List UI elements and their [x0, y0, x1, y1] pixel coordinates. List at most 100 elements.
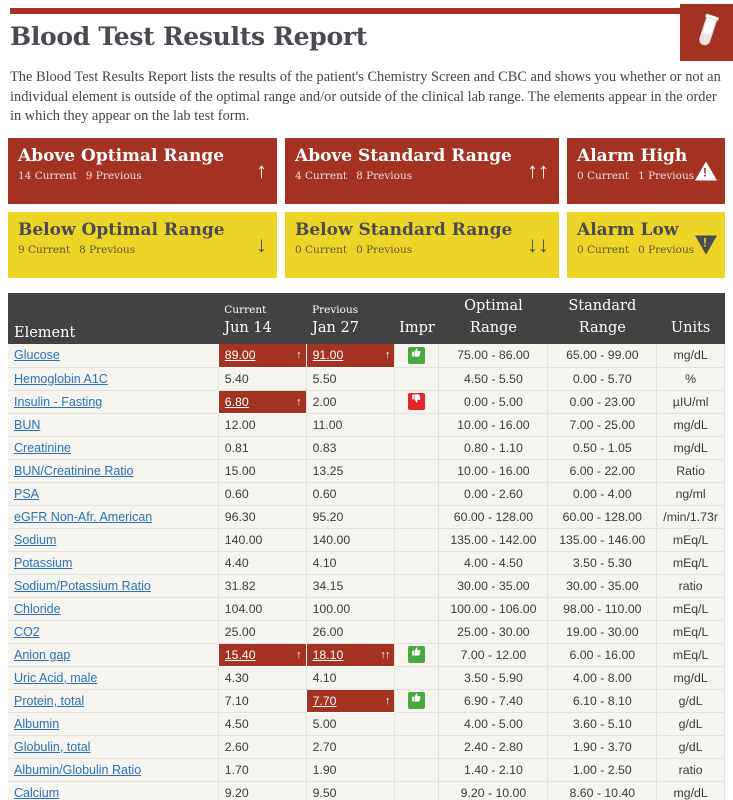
blood-test-report-page: Blood Test Results Report The Blood Test… — [0, 0, 733, 800]
column-header-element[interactable]: Element — [8, 293, 219, 344]
row-previous-cell-value: 95.20 — [312, 509, 344, 524]
card-current-count: 4 Current — [295, 170, 348, 182]
row-previous-cell-value: 2.00 — [312, 394, 337, 409]
table-row: Anion gap 15.40 ↑ 18.10 ↑↑ 7.00 - 12.00 6.00 -… — [8, 643, 725, 667]
element-link[interactable]: CO2 — [14, 625, 40, 639]
element-link[interactable]: Protein, total — [14, 694, 84, 708]
row-current-cell-value: 15.40 — [224, 647, 256, 662]
row-optimal-range-cell: 7.00 - 12.00 — [438, 643, 548, 667]
row-optimal-range-cell: 4.50 - 5.50 — [438, 367, 548, 391]
element-link[interactable]: Insulin - Fasting — [14, 395, 102, 409]
element-link[interactable]: Globulin, total — [14, 740, 90, 754]
row-previous-cell: 0.60 — [305, 482, 395, 506]
element-link[interactable]: PSA — [14, 487, 39, 501]
row-previous-cell-value: 9.50 — [312, 785, 337, 800]
row-optimal-range-cell: 100.00 - 106.00 — [438, 597, 548, 621]
column-header-optimal-range[interactable]: Optimal Range — [438, 293, 548, 344]
element-link[interactable]: Calcium — [14, 786, 59, 800]
row-previous-cell: 0.83 — [305, 436, 395, 460]
row-current-cell: 31.82 — [217, 574, 307, 598]
column-header-current[interactable]: Current Jun 14 — [218, 293, 307, 344]
row-previous-cell: 140.00 — [305, 528, 395, 552]
row-optimal-range-cell: 4.00 - 5.00 — [438, 712, 548, 736]
card-previous-count: 9 Previous — [85, 170, 142, 182]
card-alarm-low[interactable]: Alarm Low 0 Current 0 Previous ! — [567, 212, 725, 278]
row-previous-cell: 2.70 — [305, 735, 395, 759]
card-above-standard-range[interactable]: Above Standard Range 4 Current 8 Previous… — [285, 138, 559, 204]
row-current-cell-value: 5.40 — [224, 371, 249, 386]
element-link[interactable]: BUN — [14, 418, 40, 432]
summary-cards: Above Optimal Range 14 Current 9 Previous… — [8, 138, 725, 286]
row-current-cell: 140.00 — [217, 528, 307, 552]
row-current-cell-value: 7.10 — [224, 693, 249, 708]
element-link[interactable]: Sodium — [14, 533, 56, 547]
arrow-down-icon: ↓ — [256, 232, 267, 257]
intro-paragraph: The Blood Test Results Report lists the … — [10, 69, 721, 124]
top-accent-bar — [10, 8, 686, 14]
arrow-up-icon: ↑ — [296, 395, 301, 408]
card-above-optimal-range[interactable]: Above Optimal Range 14 Current 9 Previous… — [8, 138, 277, 204]
row-previous-cell: 13.25 — [305, 459, 395, 483]
table-row: Glucose 89.00 ↑ 91.00 ↑ 75.00 - 86.00 65.00 - … — [8, 344, 725, 368]
element-link[interactable]: BUN/Creatinine Ratio — [14, 464, 134, 478]
card-below-optimal-range[interactable]: Below Optimal Range 9 Current 8 Previous … — [8, 212, 277, 278]
row-improvement-cell — [394, 390, 439, 414]
row-element-cell: Albumin/Globulin Ratio — [8, 758, 219, 782]
row-previous-cell: 4.10 — [305, 666, 395, 690]
row-improvement-cell — [394, 620, 439, 644]
card-previous-count: 1 Previous — [638, 170, 695, 182]
double-arrow-up-icon: ↑↑ — [380, 648, 390, 661]
row-previous-cell-value: 4.10 — [312, 555, 337, 570]
table-row: Insulin - Fasting 6.80 ↑ 2.00 0.00 - 5.00 0.0… — [8, 390, 725, 414]
row-optimal-range-cell: 0.00 - 2.60 — [438, 482, 548, 506]
card-current-count: 9 Current — [18, 244, 71, 256]
row-element-cell: Insulin - Fasting — [8, 390, 219, 414]
row-standard-range-cell: 6.00 - 16.00 — [547, 643, 657, 667]
table-row: Protein, total 7.10 7.70 ↑ 6.90 - 7.40 6.10 -… — [8, 689, 725, 713]
element-link[interactable]: Sodium/Potassium Ratio — [14, 579, 151, 593]
summary-cards-row-above: Above Optimal Range 14 Current 9 Previous… — [8, 138, 725, 204]
row-current-cell-value: 4.50 — [224, 716, 249, 731]
table-row: Chloride 104.00 100.00 100.00 - 106.00 98.00… — [8, 597, 725, 621]
column-header-standard-range[interactable]: Standard Range — [547, 293, 657, 344]
element-link[interactable]: Albumin/Globulin Ratio — [14, 763, 141, 777]
column-header-previous[interactable]: Previous Jan 27 — [306, 293, 395, 344]
row-current-cell-value: 4.30 — [224, 670, 249, 685]
row-current-cell-value: 25.00 — [224, 624, 256, 639]
card-alarm-high[interactable]: Alarm High 0 Current 1 Previous ! — [567, 138, 725, 204]
arrow-up-icon: ↑ — [384, 694, 390, 707]
row-improvement-cell — [394, 482, 439, 506]
column-header-impr[interactable]: Impr — [394, 293, 439, 344]
element-link[interactable]: Hemoglobin A1C — [14, 372, 108, 386]
column-header-units[interactable]: Units — [656, 293, 725, 344]
card-previous-count: 8 Previous — [356, 170, 413, 182]
card-below-standard-range[interactable]: Below Standard Range 0 Current 0 Previous… — [285, 212, 559, 278]
row-previous-cell: 18.10 ↑↑ — [305, 643, 395, 667]
row-units-cell: ratio — [656, 758, 725, 782]
card-current-count: 14 Current — [18, 170, 77, 182]
element-link[interactable]: eGFR Non-Afr. American — [14, 510, 152, 524]
row-previous-cell: 95.20 — [305, 505, 395, 529]
row-optimal-range-cell: 3.50 - 5.90 — [438, 666, 548, 690]
row-current-cell: 89.00 ↑ — [217, 344, 307, 368]
row-units-cell: /min/1.73r — [656, 505, 725, 529]
element-link[interactable]: Chloride — [14, 602, 61, 616]
row-improvement-cell — [394, 551, 439, 575]
card-previous-count: 0 Previous — [638, 244, 695, 256]
row-improvement-cell — [394, 643, 439, 667]
row-element-cell: Creatinine — [8, 436, 219, 460]
row-standard-range-cell: 0.00 - 23.00 — [547, 390, 657, 414]
column-header-optimal-label: Optimal Range — [464, 298, 523, 336]
summary-cards-row-below: Below Optimal Range 9 Current 8 Previous … — [8, 212, 725, 278]
row-standard-range-cell: 6.10 - 8.10 — [547, 689, 657, 713]
element-link[interactable]: Glucose — [14, 348, 60, 362]
element-link[interactable]: Creatinine — [14, 441, 71, 455]
element-link[interactable]: Uric Acid, male — [14, 671, 97, 685]
element-link[interactable]: Albumin — [14, 717, 59, 731]
element-link[interactable]: Anion gap — [14, 648, 70, 662]
row-optimal-range-cell: 6.90 - 7.40 — [438, 689, 548, 713]
row-current-cell: 15.00 — [217, 459, 307, 483]
row-previous-cell-value: 2.70 — [312, 739, 337, 754]
element-link[interactable]: Potassium — [14, 556, 72, 570]
row-optimal-range-cell: 4.00 - 4.50 — [438, 551, 548, 575]
